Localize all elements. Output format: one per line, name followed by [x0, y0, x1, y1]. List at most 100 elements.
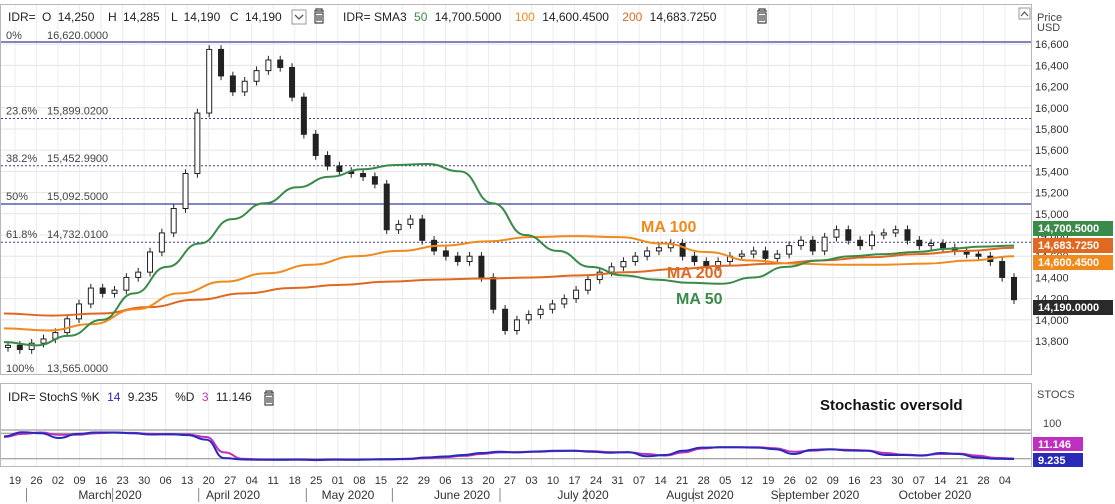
day-tick-label: 06	[439, 475, 451, 487]
day-tick-label: 25	[310, 475, 322, 487]
candle-body	[253, 70, 260, 82]
price-tick-label: 16,200	[1035, 82, 1069, 94]
badge-ma100-text: 14,600.4500	[1038, 257, 1099, 269]
stoch-level-label: 100	[1043, 418, 1061, 430]
candle-body	[868, 234, 875, 247]
dropdown-frame	[291, 9, 307, 25]
stoch-delete-button[interactable]	[264, 390, 274, 406]
stoch-k-period: 14	[107, 390, 121, 404]
sma-header: IDR= SMA3 50 14,700.5000 100 14,600.4500…	[343, 10, 717, 24]
sma-label: IDR= SMA3	[343, 10, 407, 24]
stoch-axis-title: STOCS	[1037, 389, 1075, 401]
candle-body	[300, 96, 307, 135]
fib-value-label: 13,565.0000	[47, 363, 108, 375]
day-tick-label: 28	[977, 475, 989, 487]
candle-body	[395, 223, 402, 231]
price-tick-label: 14,400	[1035, 272, 1069, 284]
candle-body	[762, 250, 769, 259]
price-tick-label: 16,400	[1035, 60, 1069, 72]
chart-root: 0% 16,620.0000 23.6% 15,899.0200 38.2% 15,452…	[0, 0, 1115, 504]
sma-delete-button[interactable]	[757, 8, 767, 24]
ohlc-o-value: 14,250	[58, 10, 95, 24]
trash-icon	[757, 8, 767, 24]
price-tick-label: 14,000	[1035, 315, 1069, 327]
fib-value-label: 15,092.5000	[47, 191, 108, 203]
candle-body	[135, 271, 142, 278]
fib-pct-label: 0%	[6, 30, 22, 42]
ohlc-l-value: 14,190	[184, 10, 221, 24]
candle-body	[821, 236, 828, 252]
fib-value-label: 15,452.9900	[47, 153, 108, 165]
day-tick-label: 26	[784, 475, 796, 487]
price-chart: 0% 16,620.0000 23.6% 15,899.0200 38.2% 15,452…	[0, 4, 1113, 502]
day-tick-label: 16	[95, 475, 107, 487]
candle-body	[336, 165, 343, 172]
candle-body	[939, 243, 946, 249]
candle-body	[277, 59, 284, 68]
day-tick-label: 15	[375, 475, 387, 487]
collapse-frame	[1018, 7, 1031, 20]
day-tick-label: 19	[762, 475, 774, 487]
day-tick-label: 22	[396, 475, 408, 487]
day-tick-label: 11	[268, 475, 279, 487]
candle-body	[644, 250, 651, 257]
fib-pct-label: 61.8%	[6, 229, 37, 241]
day-tick-label: 09	[827, 475, 839, 487]
day-tick-label: 23	[116, 475, 128, 487]
candle-body	[537, 308, 544, 316]
ohlc-symbol: IDR=	[8, 10, 36, 24]
day-tick-label: 01	[332, 475, 344, 487]
candle-body	[549, 303, 556, 310]
candle-body	[857, 239, 864, 247]
day-tick-label: 24	[590, 475, 602, 487]
candle-body	[478, 255, 485, 278]
day-tick-label: 19	[9, 475, 21, 487]
day-tick-label: 05	[719, 475, 731, 487]
badge-stoch-k-text: 9.235	[1038, 455, 1066, 467]
badge-ma50: 14,700.5000	[1033, 221, 1113, 236]
ma50-annotation: MA 50	[676, 291, 723, 308]
fib-value-label: 16,620.0000	[47, 30, 108, 42]
day-tick-label: 21	[956, 475, 968, 487]
candle-body	[502, 308, 509, 331]
candle-body	[111, 289, 118, 294]
day-tick-label: 07	[913, 475, 925, 487]
fib-pct-label: 23.6%	[6, 105, 37, 117]
collapse-button[interactable]	[1018, 7, 1031, 20]
candle-body	[229, 75, 236, 93]
stoch-d-period: 3	[202, 390, 209, 404]
candle-body	[466, 255, 473, 263]
ohlc-delete-button[interactable]	[314, 8, 324, 24]
price-panel-frame	[0, 4, 1032, 375]
candle-body	[40, 338, 47, 344]
candle-body	[218, 48, 225, 77]
candle-body	[87, 287, 94, 305]
candle-body	[845, 229, 852, 241]
ohlc-o: O 14,250	[42, 10, 95, 24]
day-tick-label: 14	[934, 475, 946, 487]
candle-body	[490, 276, 497, 310]
day-tick-label: 27	[504, 475, 516, 487]
day-tick-label: 26	[30, 475, 42, 487]
fib-pct-label: 100%	[6, 363, 34, 375]
badge-last: 14,190.0000	[1033, 300, 1113, 315]
candle-body	[99, 287, 106, 294]
sma-v2: 14,600.4500	[542, 10, 609, 24]
candle-body	[561, 298, 568, 305]
month-label: October 2020	[899, 488, 972, 502]
day-tick-label: 06	[160, 475, 172, 487]
month-label: March 2020	[78, 488, 142, 502]
price-tick-label: 15,800	[1035, 124, 1069, 136]
badge-last-text: 14,190.0000	[1038, 302, 1099, 314]
price-tick-label: 15,400	[1035, 166, 1069, 178]
price-axis-unit: USD	[1037, 22, 1060, 34]
sma-p3: 200	[622, 10, 642, 24]
candle-body	[407, 218, 414, 225]
ohlc-dropdown-button[interactable]	[291, 9, 307, 25]
candle-body	[360, 173, 367, 178]
month-label: August 2020	[666, 488, 734, 502]
candle-body	[892, 229, 899, 234]
day-tick-label: 23	[870, 475, 882, 487]
candle-body	[608, 266, 615, 273]
badge-ma100: 14,600.4500	[1033, 255, 1113, 270]
